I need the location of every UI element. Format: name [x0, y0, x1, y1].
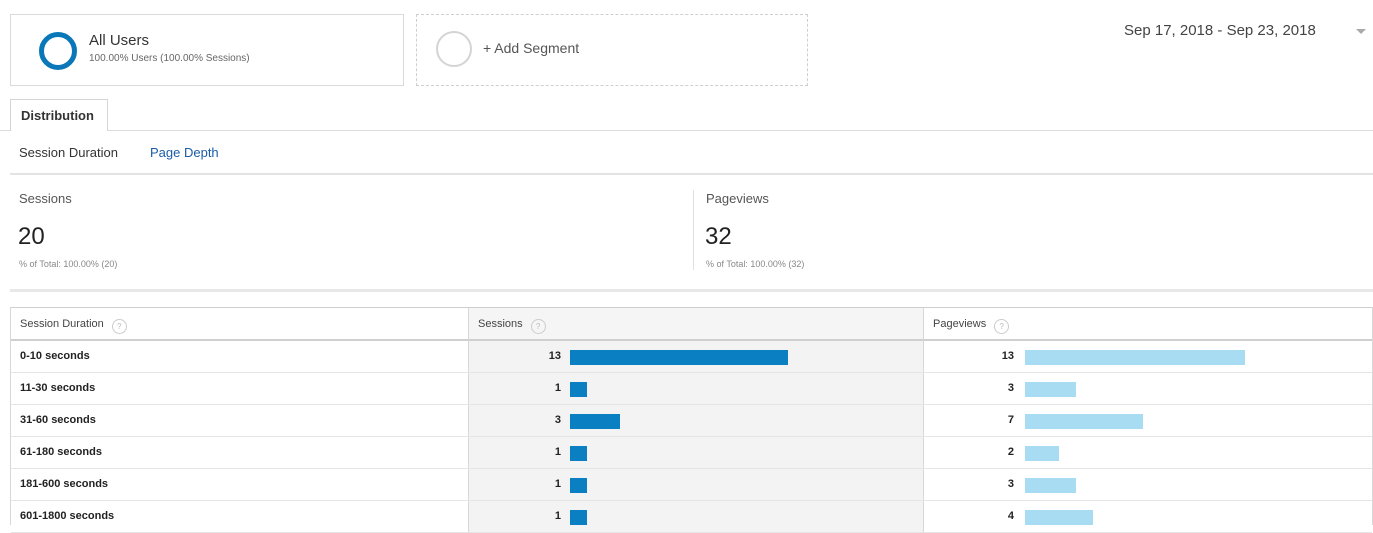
scorecard-sessions-label: Sessions	[19, 191, 72, 206]
column-header-session-duration[interactable]: Session Duration?	[11, 307, 468, 341]
pageviews-value: 7	[1007, 414, 1014, 426]
cell-pageviews: 7	[923, 405, 1372, 436]
sessions-value: 1	[554, 510, 561, 522]
pageviews-bar	[1025, 414, 1143, 429]
column-header-pageviews[interactable]: Pageviews?	[923, 307, 1372, 341]
pageviews-value: 3	[1007, 478, 1014, 490]
row-duration: 181-600 seconds	[20, 478, 109, 490]
cell-sessions: 13	[468, 341, 923, 372]
divider	[10, 289, 1373, 292]
subnav-page-depth[interactable]: Page Depth	[150, 145, 219, 160]
sessions-bar	[570, 414, 620, 429]
pageviews-value: 2	[1007, 446, 1014, 458]
column-header-sessions[interactable]: Sessions?	[468, 307, 923, 341]
scorecard-sessions-value: 20	[18, 223, 45, 250]
scorecard-pageviews-total: % of Total: 100.00% (32)	[706, 259, 805, 269]
row-duration: 0-10 seconds	[20, 350, 90, 362]
column-header-label: Session Duration	[20, 318, 104, 330]
column-header-label: Sessions	[478, 318, 523, 330]
table-row: 31-60 seconds 3 7	[11, 405, 1372, 437]
sessions-bar	[570, 382, 587, 397]
scorecard-sessions-total: % of Total: 100.00% (20)	[19, 259, 118, 269]
sessions-bar	[570, 510, 587, 525]
help-icon[interactable]: ?	[994, 319, 1010, 334]
segment-title: All Users	[89, 32, 150, 49]
subnav-session-duration[interactable]: Session Duration	[19, 145, 118, 160]
table-row: 181-600 seconds 1 3	[11, 469, 1372, 501]
add-segment-button[interactable]: + Add Segment	[416, 14, 808, 86]
scorecard-pageviews-label: Pageviews	[706, 191, 769, 206]
tab-distribution[interactable]: Distribution	[10, 99, 108, 131]
pageviews-value: 4	[1007, 510, 1014, 522]
cell-sessions: 1	[468, 469, 923, 500]
column-header-label: Pageviews	[933, 318, 987, 330]
sessions-value: 1	[554, 446, 561, 458]
scorecard-pageviews-value: 32	[705, 223, 732, 250]
table-row: 11-30 seconds 1 3	[11, 373, 1372, 405]
cell-sessions: 3	[468, 405, 923, 436]
cell-pageviews: 3	[923, 373, 1372, 404]
sessions-value: 1	[554, 382, 561, 394]
pageviews-bar	[1025, 478, 1076, 493]
pageviews-value: 3	[1007, 382, 1014, 394]
cell-pageviews: 3	[923, 469, 1372, 500]
segment-subtitle: 100.00% Users (100.00% Sessions)	[89, 53, 250, 64]
segment-all-users[interactable]: All Users 100.00% Users (100.00% Session…	[10, 14, 404, 86]
table-row: 601-1800 seconds 1 4	[11, 501, 1372, 533]
pageviews-bar	[1025, 510, 1093, 525]
row-duration: 11-30 seconds	[20, 382, 96, 394]
distribution-table: Session Duration? Sessions? Pageviews? 0…	[10, 307, 1373, 533]
row-duration: 601-1800 seconds	[20, 510, 115, 522]
cell-pageviews: 4	[923, 501, 1372, 532]
cell-pageviews: 13	[923, 341, 1372, 372]
help-icon[interactable]: ?	[530, 319, 546, 334]
divider	[10, 173, 1373, 175]
cell-sessions: 1	[468, 373, 923, 404]
cell-pageviews: 2	[923, 437, 1372, 468]
row-duration: 61-180 seconds	[20, 446, 102, 458]
cell-sessions: 1	[468, 501, 923, 532]
segment-ring-icon	[39, 32, 77, 70]
pageviews-value: 13	[1001, 350, 1014, 362]
table-row: 61-180 seconds 1 2	[11, 437, 1372, 469]
date-range-picker[interactable]: Sep 17, 2018 - Sep 23, 2018	[1124, 22, 1316, 39]
sessions-bar	[570, 446, 587, 461]
row-duration: 31-60 seconds	[20, 414, 96, 426]
help-icon[interactable]: ?	[111, 319, 127, 334]
sessions-bar	[570, 478, 587, 493]
empty-circle-icon	[436, 31, 472, 67]
tab-divider	[0, 130, 1373, 131]
table-row: 0-10 seconds 13 13	[11, 341, 1372, 373]
sessions-value: 13	[548, 350, 561, 362]
add-segment-label: + Add Segment	[483, 40, 580, 56]
caret-down-icon[interactable]	[1356, 29, 1366, 34]
sessions-value: 1	[554, 478, 561, 490]
pageviews-bar	[1025, 382, 1076, 397]
sessions-bar	[570, 350, 788, 365]
cell-sessions: 1	[468, 437, 923, 468]
pageviews-bar	[1025, 446, 1059, 461]
pageviews-bar	[1025, 350, 1245, 365]
scorecard-divider	[693, 190, 694, 270]
sessions-value: 3	[554, 414, 561, 426]
